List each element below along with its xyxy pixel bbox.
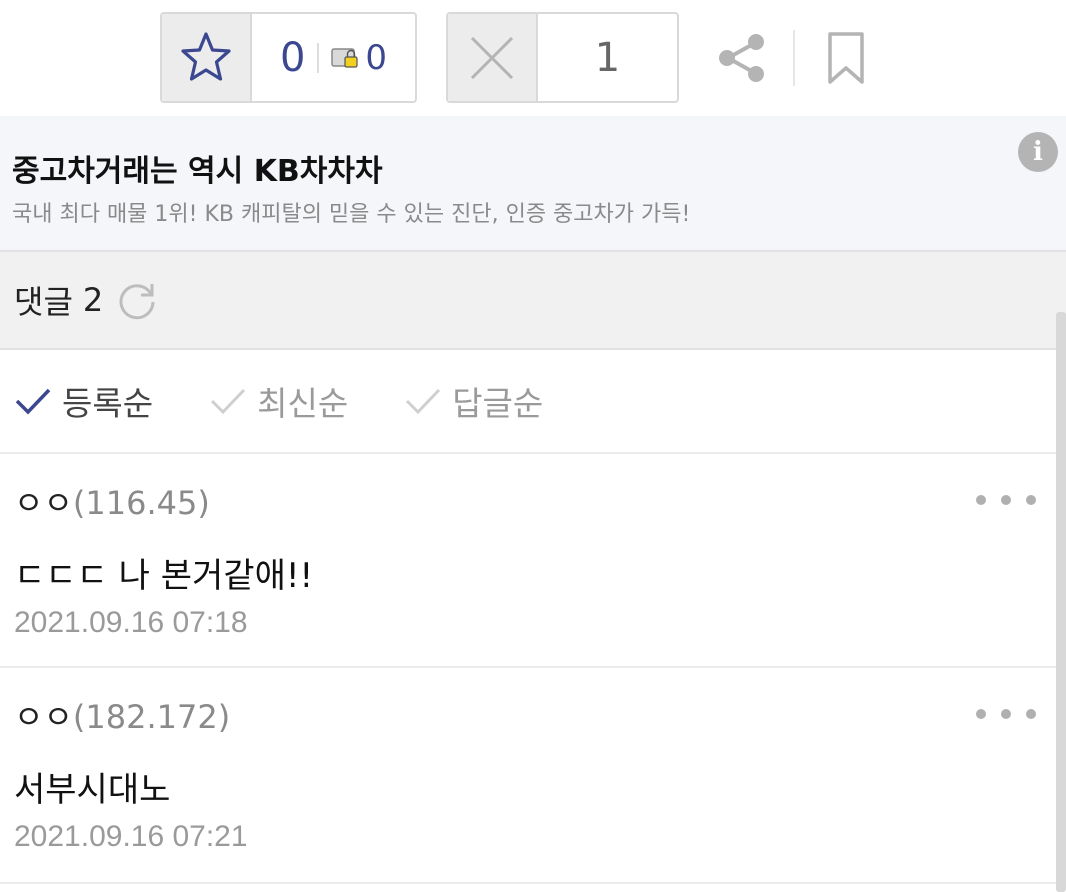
comment-author-line: ㅇㅇ(116.45) <box>14 478 210 524</box>
comment-ip: (116.45) <box>72 484 210 522</box>
refresh-icon[interactable] <box>115 278 159 322</box>
comment-author[interactable]: ㅇㅇ <box>14 484 73 522</box>
comment-label: 댓글 <box>14 283 73 321</box>
fixed-upvote-count: 0 <box>365 37 388 78</box>
scrollbar[interactable] <box>1056 312 1066 892</box>
sort-tab-registered[interactable]: 등록순 <box>14 377 153 425</box>
check-icon <box>211 388 246 415</box>
ad-title[interactable]: 중고차거래는 역시 KB차차차 <box>12 146 383 190</box>
comment-count: 2 <box>82 281 104 319</box>
upvote-count: 0 <box>279 34 306 81</box>
sort-tabs: 등록순 최신순 답글순 <box>0 350 1066 454</box>
x-icon <box>470 36 514 79</box>
article-action-bar: 0 0 1 <box>0 0 1066 116</box>
ad-description[interactable]: 국내 최다 매물 1위! KB 캐피탈의 믿을 수 있는 진단, 인증 중고차가… <box>12 196 690 228</box>
sort-tab-latest[interactable]: 최신순 <box>209 377 348 425</box>
sort-tab-label: 최신순 <box>257 384 349 423</box>
fixed-upvote: 0 <box>331 38 387 78</box>
sort-tab-label: 등록순 <box>62 384 154 423</box>
comment-item: ㅇㅇ(182.172) 서부시대노 2021.09.16 07:21 <box>0 668 1066 884</box>
downvote-group: 1 <box>446 12 679 103</box>
vote-separator <box>317 42 320 73</box>
comment-date: 2021.09.16 07:21 <box>14 820 248 853</box>
comment-header: 댓글 2 <box>0 252 1066 350</box>
more-icon[interactable] <box>976 704 1036 724</box>
bookmark-icon[interactable] <box>824 30 868 86</box>
comment-text: 서부시대노 <box>14 770 171 810</box>
more-icon[interactable] <box>976 490 1036 510</box>
sort-tab-replies[interactable]: 답글순 <box>404 377 543 425</box>
star-icon <box>181 31 231 81</box>
downvote-button[interactable] <box>448 14 538 101</box>
comment-date: 2021.09.16 07:18 <box>14 606 248 639</box>
comment-author[interactable]: ㅇㅇ <box>14 698 73 736</box>
share-icon[interactable] <box>714 30 770 86</box>
comment-item: ㅇㅇ(116.45) ㄷㄷㄷ 나 본거같애!! 2021.09.16 07:18 <box>0 454 1066 668</box>
upvote-counts: 0 0 <box>252 14 415 101</box>
comment-author-line: ㅇㅇ(182.172) <box>14 692 230 738</box>
check-icon <box>15 388 51 415</box>
upvote-group: 0 0 <box>160 12 417 103</box>
comment-text: ㄷㄷㄷ 나 본거같애!! <box>14 556 314 596</box>
check-icon <box>406 388 441 415</box>
info-icon[interactable]: i <box>1018 132 1058 172</box>
comment-ip: (182.172) <box>72 698 231 736</box>
sort-tab-label: 답글순 <box>452 384 544 423</box>
action-divider <box>793 30 795 86</box>
downvote-count: 1 <box>594 34 621 81</box>
upvote-button[interactable] <box>162 14 252 101</box>
fixed-star-icon <box>331 47 359 68</box>
